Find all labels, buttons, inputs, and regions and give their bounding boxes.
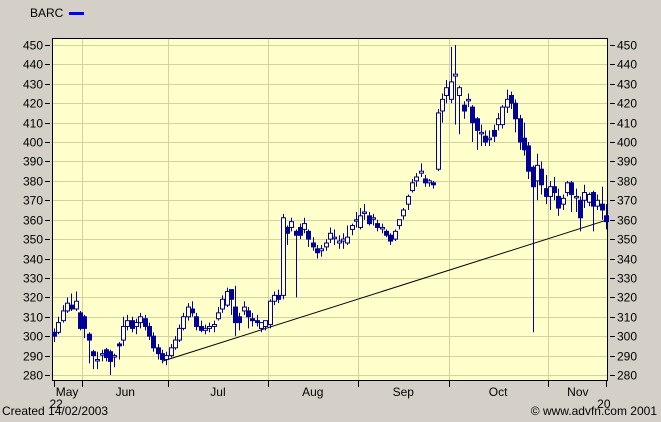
svg-text:300: 300: [23, 330, 43, 344]
svg-text:330: 330: [23, 272, 43, 286]
price-chart: 280 280 290 290 300 300 310 310 320 320 330 330 340 3…: [0, 0, 661, 422]
svg-text:450: 450: [23, 39, 43, 53]
svg-text:450: 450: [617, 39, 637, 53]
svg-text:350: 350: [617, 233, 637, 247]
svg-text:290: 290: [617, 350, 637, 364]
svg-text:420: 420: [23, 97, 43, 111]
svg-text:430: 430: [23, 78, 43, 92]
svg-text:290: 290: [23, 350, 43, 364]
svg-text:360: 360: [23, 214, 43, 228]
svg-text:Jun: Jun: [116, 385, 135, 399]
svg-text:400: 400: [617, 136, 637, 150]
svg-text:410: 410: [23, 117, 43, 131]
svg-text:Aug: Aug: [302, 385, 323, 399]
chart-window: BARC 28028029029030030031031032032033033…: [0, 0, 661, 422]
svg-text:Jul: Jul: [210, 385, 225, 399]
svg-text:310: 310: [617, 311, 637, 325]
svg-text:440: 440: [617, 58, 637, 72]
svg-text:420: 420: [617, 97, 637, 111]
svg-text:370: 370: [617, 194, 637, 208]
svg-text:Nov: Nov: [567, 385, 588, 399]
created-date-label: Created 14/02/2003: [2, 404, 108, 418]
svg-text:350: 350: [23, 233, 43, 247]
svg-text:430: 430: [617, 78, 637, 92]
svg-text:360: 360: [617, 214, 637, 228]
svg-text:410: 410: [617, 117, 637, 131]
svg-text:330: 330: [617, 272, 637, 286]
svg-text:370: 370: [23, 194, 43, 208]
copyright-label: © www.advfn.com 2001: [531, 404, 657, 418]
svg-text:Oct: Oct: [489, 385, 508, 399]
svg-text:320: 320: [23, 291, 43, 305]
svg-text:Sep: Sep: [393, 385, 415, 399]
svg-text:440: 440: [23, 58, 43, 72]
svg-text:300: 300: [617, 330, 637, 344]
svg-text:340: 340: [617, 253, 637, 267]
svg-text:340: 340: [23, 253, 43, 267]
svg-text:320: 320: [617, 291, 637, 305]
svg-text:400: 400: [23, 136, 43, 150]
svg-text:390: 390: [617, 155, 637, 169]
svg-text:310: 310: [23, 311, 43, 325]
svg-text:280: 280: [617, 369, 637, 383]
svg-text:380: 380: [617, 175, 637, 189]
svg-text:390: 390: [23, 155, 43, 169]
svg-text:380: 380: [23, 175, 43, 189]
svg-text:280: 280: [23, 369, 43, 383]
